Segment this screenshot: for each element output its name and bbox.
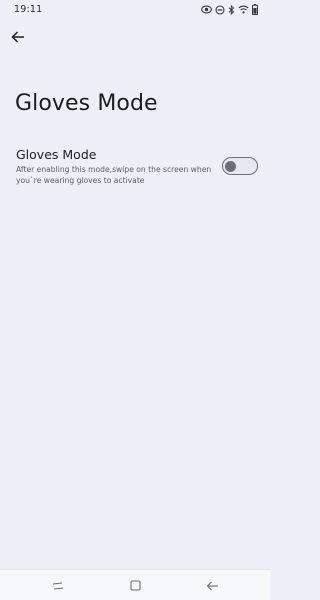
recents-icon [52, 576, 64, 595]
toggle-thumb [225, 160, 236, 172]
bluetooth-icon [228, 4, 235, 15]
back-icon [206, 576, 219, 595]
setting-title: Gloves Mode [16, 147, 97, 162]
eye-comfort-icon [201, 5, 212, 14]
wifi-icon [238, 5, 249, 14]
gloves-mode-toggle[interactable] [222, 157, 258, 175]
setting-description: After enabling this mode,swipe on the sc… [16, 165, 212, 185]
navigation-bar [0, 569, 270, 600]
status-icons [201, 4, 258, 15]
recents-button[interactable] [49, 577, 67, 593]
gloves-mode-setting-row[interactable]: Gloves Mode After enabling this mode,swi… [0, 144, 270, 192]
do-not-disturb-icon [215, 4, 225, 15]
status-bar: 19:11 [0, 0, 270, 20]
battery-icon [252, 4, 258, 15]
back-button[interactable] [8, 27, 28, 47]
page-title: Gloves Mode [15, 91, 158, 116]
arrow-back-icon [11, 28, 25, 47]
home-icon [129, 576, 141, 595]
system-back-button[interactable] [203, 577, 221, 593]
home-button[interactable] [126, 577, 144, 593]
status-time: 19:11 [14, 4, 43, 15]
